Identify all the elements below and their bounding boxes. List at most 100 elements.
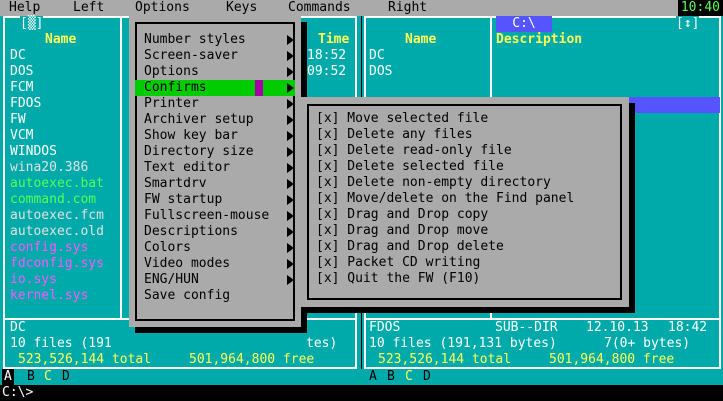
right-col-description[interactable]: Description (496, 32, 582, 48)
right-files-info: 10 files (191,131 bytes) (369, 336, 557, 351)
menu-options[interactable]: Options (135, 0, 190, 16)
options-item-label: Number styles (144, 32, 246, 47)
right-drive-b[interactable]: B (387, 369, 395, 385)
confirm-option-checkbox[interactable]: [x] Drag and Drop delete (316, 239, 504, 255)
right-file-row[interactable]: DC (369, 48, 385, 64)
left-file-row[interactable]: config.sys (10, 240, 88, 256)
submenu-arrow-icon (287, 83, 294, 93)
menu-help[interactable]: Help (9, 0, 40, 16)
left-drive-c[interactable]: C (44, 369, 52, 385)
options-item-colors[interactable]: Colors (135, 240, 295, 256)
left-file-row[interactable]: autoexec.fcm (10, 208, 104, 224)
right-drive-c[interactable]: C (405, 369, 413, 385)
right-panel-path: C:\ (496, 16, 552, 32)
options-item-show-key-bar[interactable]: Show key bar (135, 128, 295, 144)
options-item-label: Save config (144, 288, 231, 303)
menu-right[interactable]: Right (388, 0, 427, 16)
submenu-arrow-icon (287, 227, 294, 237)
right-current-name: FDOS (369, 320, 401, 335)
options-item-save-config[interactable]: Save config (135, 288, 295, 304)
options-item-smartdrv[interactable]: Smartdrv (135, 176, 295, 192)
confirm-option-checkbox[interactable]: [x] Move selected file (316, 111, 488, 127)
submenu-arrow-icon (287, 163, 294, 173)
menu-bar: Help Left Options Keys Commands Right 10… (0, 0, 723, 16)
confirm-option-checkbox[interactable]: [x] Move/delete on the Find panel (316, 191, 574, 207)
submenu-arrow-icon (287, 195, 294, 205)
right-free: 501,964,800 free (549, 352, 675, 367)
options-item-options[interactable]: Options (135, 64, 295, 80)
confirm-option-checkbox[interactable]: [x] Delete non-empty directory (316, 175, 551, 191)
submenu-arrow-icon (287, 131, 294, 141)
options-item-fw-startup[interactable]: FW startup (135, 192, 295, 208)
confirm-option-checkbox[interactable]: [x] Drag and Drop move (316, 223, 488, 239)
options-item-video-modes[interactable]: Video modes (135, 256, 295, 272)
right-col-name[interactable]: Name (405, 32, 436, 48)
options-item-screen-saver[interactable]: Screen-saver (135, 48, 295, 64)
right-drive-d[interactable]: D (423, 369, 431, 385)
options-item-label: FW startup (144, 192, 223, 207)
left-files-info-tail: tes) (306, 336, 338, 351)
menu-keys[interactable]: Keys (226, 0, 257, 16)
command-prompt: C:\> (2, 385, 34, 400)
right-panel-cursor (623, 97, 720, 113)
left-drive-a[interactable]: A (2, 369, 14, 385)
options-item-printer[interactable]: Printer (135, 96, 295, 112)
options-item-directory-size[interactable]: Directory size (135, 144, 295, 160)
command-line[interactable]: C:\> (0, 385, 723, 401)
left-file-row[interactable]: command.com (10, 192, 96, 208)
left-file-row[interactable]: kernel.sys (10, 288, 88, 304)
options-item-label: Smartdrv (144, 176, 207, 191)
left-file-row[interactable]: fdconfig.sys (10, 256, 104, 272)
options-item-eng-hun[interactable]: ENG/HUN (135, 272, 295, 288)
right-drive-a[interactable]: A (369, 369, 377, 385)
options-item-descriptions[interactable]: Descriptions (135, 224, 295, 240)
options-item-label: Show key bar (144, 128, 238, 143)
left-file-row[interactable]: FCM (10, 80, 33, 96)
left-file-row[interactable]: wina20.386 (10, 160, 88, 176)
submenu-arrow-icon (287, 51, 294, 61)
left-file-row[interactable]: VCM (10, 128, 33, 144)
confirm-option-checkbox[interactable]: [x] Packet CD writing (316, 255, 480, 271)
confirm-option-checkbox[interactable]: [x] Delete any files (316, 127, 473, 143)
left-file-row[interactable]: DOS (10, 64, 33, 80)
confirm-option-checkbox[interactable]: [x] Drag and Drop copy (316, 207, 488, 223)
options-item-label: Video modes (144, 256, 231, 271)
confirm-option-checkbox[interactable]: [x] Delete selected file (316, 159, 504, 175)
left-col-name[interactable]: Name (45, 32, 76, 48)
left-file-row[interactable]: autoexec.old (10, 224, 104, 240)
left-file-row[interactable]: FDOS (10, 96, 41, 112)
right-current-time: 18:42 (668, 320, 708, 335)
left-panel-indicator[interactable]: [▒] (20, 16, 44, 32)
right-total: 523,526,144 total (378, 352, 512, 367)
right-current-date: 12.10.13 (586, 320, 649, 335)
left-total: 523,526,144 total (18, 352, 152, 367)
confirm-option-checkbox[interactable]: [x] Delete read-only file (316, 143, 512, 159)
options-item-fullscreen-mouse[interactable]: Fullscreen-mouse (135, 208, 295, 224)
menu-left[interactable]: Left (73, 0, 104, 16)
options-item-archiver-setup[interactable]: Archiver setup (135, 112, 295, 128)
left-drive-d[interactable]: D (62, 369, 70, 385)
right-panel-indicator[interactable]: [↕] (676, 16, 700, 32)
submenu-arrow-icon (287, 147, 294, 157)
left-file-row[interactable]: io.sys (10, 272, 57, 288)
left-drive-b[interactable]: B (27, 369, 35, 385)
right-files-info-extra: 7(0+ bytes) (604, 336, 691, 351)
left-free: 501,964,800 free (189, 352, 315, 367)
left-col-time[interactable]: Time (318, 32, 349, 48)
submenu-arrow-icon (287, 179, 294, 189)
options-item-label: Confirms (144, 80, 207, 95)
options-item-confirms[interactable]: Confirms (135, 80, 295, 96)
right-file-row[interactable]: DOS (369, 64, 392, 80)
submenu-arrow-icon (287, 275, 294, 285)
left-file-row[interactable]: autoexec.bat (10, 176, 104, 192)
options-item-number-styles[interactable]: Number styles (135, 32, 295, 48)
left-file-row[interactable]: WINDOS (10, 144, 57, 160)
options-item-text-editor[interactable]: Text editor (135, 160, 295, 176)
submenu-arrow-icon (287, 243, 294, 253)
left-file-row[interactable]: FW (10, 112, 26, 128)
confirm-option-checkbox[interactable]: [x] Quit the FW (F10) (316, 271, 480, 287)
menu-commands[interactable]: Commands (288, 0, 351, 16)
left-file-row[interactable]: DC (10, 48, 26, 64)
drive-bar: A B C D A B C D (0, 369, 723, 385)
options-item-label: ENG/HUN (144, 272, 199, 287)
